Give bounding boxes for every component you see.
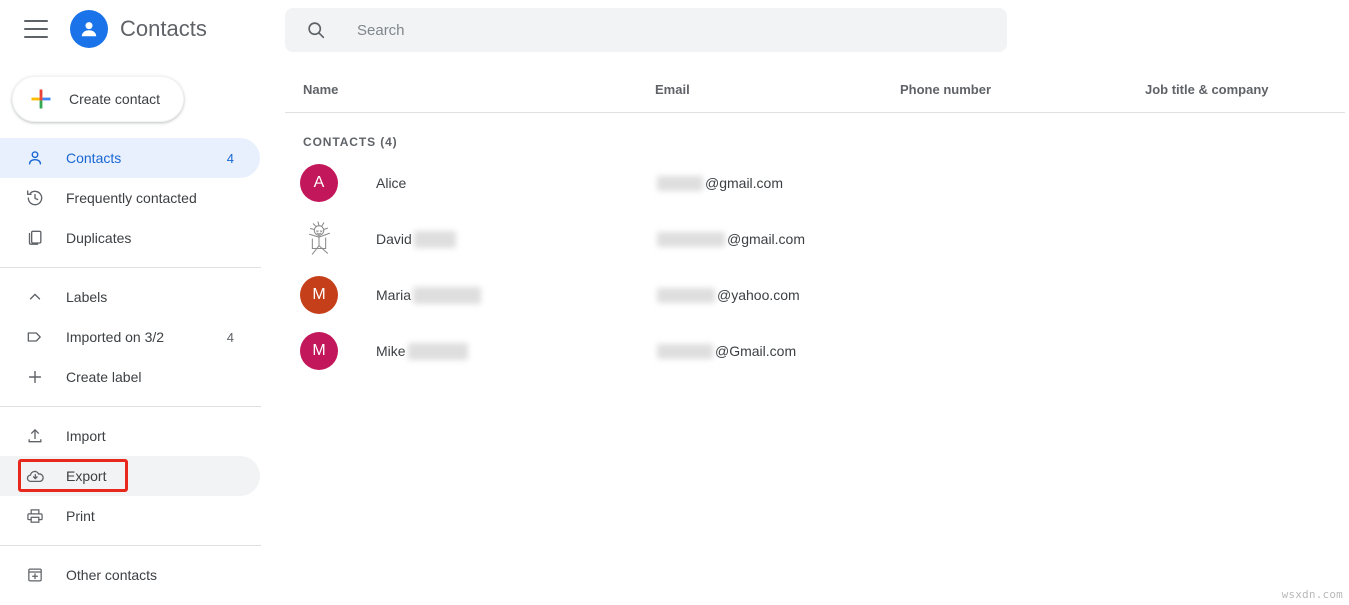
- create-contact-label: Create contact: [69, 91, 160, 107]
- printer-icon: [24, 505, 46, 527]
- contact-name: Maria: [376, 287, 411, 303]
- sidebar-item-label: Import: [66, 428, 234, 444]
- cell-email: @Gmail.com: [655, 343, 900, 359]
- cell-name: David: [285, 220, 655, 258]
- redacted-email-user: [657, 176, 703, 191]
- search-input[interactable]: [355, 18, 975, 42]
- sidebar-item-export[interactable]: Export: [0, 456, 260, 496]
- column-header-job-title-company: Job title & company: [1145, 82, 1345, 97]
- sidebar-item-label: Create label: [66, 369, 234, 385]
- redacted-surname: [413, 287, 481, 304]
- cloud-download-icon: [24, 465, 46, 487]
- sidebar-item-label: Other contacts: [66, 567, 234, 583]
- redacted-email-user: [657, 288, 715, 303]
- contacts-group-label: CONTACTS (4): [303, 135, 1345, 149]
- table-header-row: Name Email Phone number Job title & comp…: [285, 74, 1345, 104]
- sidebar-item-print[interactable]: Print: [0, 496, 260, 536]
- table-row[interactable]: A Alice @gmail.com: [285, 155, 1345, 211]
- sidebar-divider-3: [0, 545, 261, 546]
- sidebar-item-frequently-contacted[interactable]: Frequently contacted: [0, 178, 260, 218]
- table-row[interactable]: David @gmail.com: [285, 211, 1345, 267]
- sidebar-item-label: Imported on 3/2: [66, 329, 227, 345]
- person-outline-icon: [24, 147, 46, 169]
- sidebar-item-create-label[interactable]: Create label: [0, 357, 260, 397]
- box-plus-icon: [24, 564, 46, 586]
- sidebar-divider-2: [0, 406, 261, 407]
- main-content: Name Email Phone number Job title & comp…: [285, 0, 1349, 605]
- page-title: Contacts: [120, 16, 207, 42]
- sidebar-item-count: 4: [227, 330, 260, 345]
- upload-icon: [24, 425, 46, 447]
- create-contact-button[interactable]: Create contact: [12, 76, 184, 122]
- sidebar-item-labels[interactable]: Labels: [0, 277, 260, 317]
- sidebar-item-label: Export: [66, 468, 234, 484]
- table-row[interactable]: M Mike @Gmail.com: [285, 323, 1345, 379]
- avatar: M: [300, 276, 338, 314]
- sidebar-item-imported-on-3-2[interactable]: Imported on 3/2 4: [0, 317, 260, 357]
- contact-name: David: [376, 231, 412, 247]
- copy-pages-icon: [24, 227, 46, 249]
- cell-email: @gmail.com: [655, 231, 900, 247]
- sidebar-item-label: Print: [66, 508, 234, 524]
- search-icon: [305, 19, 327, 41]
- avatar: A: [300, 164, 338, 202]
- sidebar-item-label: Contacts: [66, 150, 227, 166]
- cell-name: M Mike: [285, 332, 655, 370]
- label-tag-icon: [24, 326, 46, 348]
- contact-name: Mike: [376, 343, 406, 359]
- contacts-app: Contacts Create contact: [0, 0, 1349, 605]
- table-row[interactable]: M Maria @yahoo.com: [285, 267, 1345, 323]
- hamburger-icon[interactable]: [24, 20, 48, 38]
- sidebar-item-import[interactable]: Import: [0, 416, 260, 456]
- contact-name: Alice: [376, 175, 406, 191]
- sidebar-item-label: Frequently contacted: [66, 190, 234, 206]
- sidebar-nav: Contacts 4 Frequently contacted: [0, 138, 285, 595]
- table-header-divider: [285, 112, 1345, 113]
- sidebar-item-other-contacts[interactable]: Other contacts: [0, 555, 260, 595]
- cell-name: A Alice: [285, 164, 655, 202]
- cell-email: @gmail.com: [655, 175, 900, 191]
- cell-email: @yahoo.com: [655, 287, 900, 303]
- table-body: A Alice @gmail.com David @gmail.com M Ma…: [285, 155, 1345, 379]
- redacted-surname: [408, 343, 468, 360]
- app-header: Contacts: [0, 0, 285, 58]
- search-bar[interactable]: [285, 8, 1007, 52]
- email-domain: @Gmail.com: [715, 343, 796, 359]
- sidebar-item-label: Labels: [66, 289, 234, 305]
- avatar: M: [300, 332, 338, 370]
- redacted-email-user: [657, 344, 713, 359]
- cell-name: M Maria: [285, 276, 655, 314]
- email-domain: @gmail.com: [727, 231, 805, 247]
- email-domain: @yahoo.com: [717, 287, 800, 303]
- sidebar-divider-1: [0, 267, 261, 268]
- column-header-email: Email: [655, 82, 900, 97]
- contacts-person-logo: [70, 10, 108, 48]
- redacted-email-user: [657, 232, 725, 247]
- column-header-name: Name: [285, 82, 655, 97]
- sidebar-item-contacts[interactable]: Contacts 4: [0, 138, 260, 178]
- avatar: [300, 220, 338, 258]
- history-clock-icon: [24, 187, 46, 209]
- sidebar-item-duplicates[interactable]: Duplicates: [0, 218, 260, 258]
- chevron-up-icon: [24, 286, 46, 308]
- google-plus-icon: [29, 87, 53, 111]
- plus-icon: [24, 366, 46, 388]
- redacted-surname: [414, 231, 456, 248]
- sidebar-item-label: Duplicates: [66, 230, 234, 246]
- email-domain: @gmail.com: [705, 175, 783, 191]
- sidebar-item-count: 4: [227, 151, 260, 166]
- contacts-table: Name Email Phone number Job title & comp…: [285, 74, 1345, 379]
- column-header-phone-number: Phone number: [900, 82, 1145, 97]
- watermark: wsxdn.com: [1282, 588, 1343, 601]
- sidebar: Contacts Create contact: [0, 0, 285, 605]
